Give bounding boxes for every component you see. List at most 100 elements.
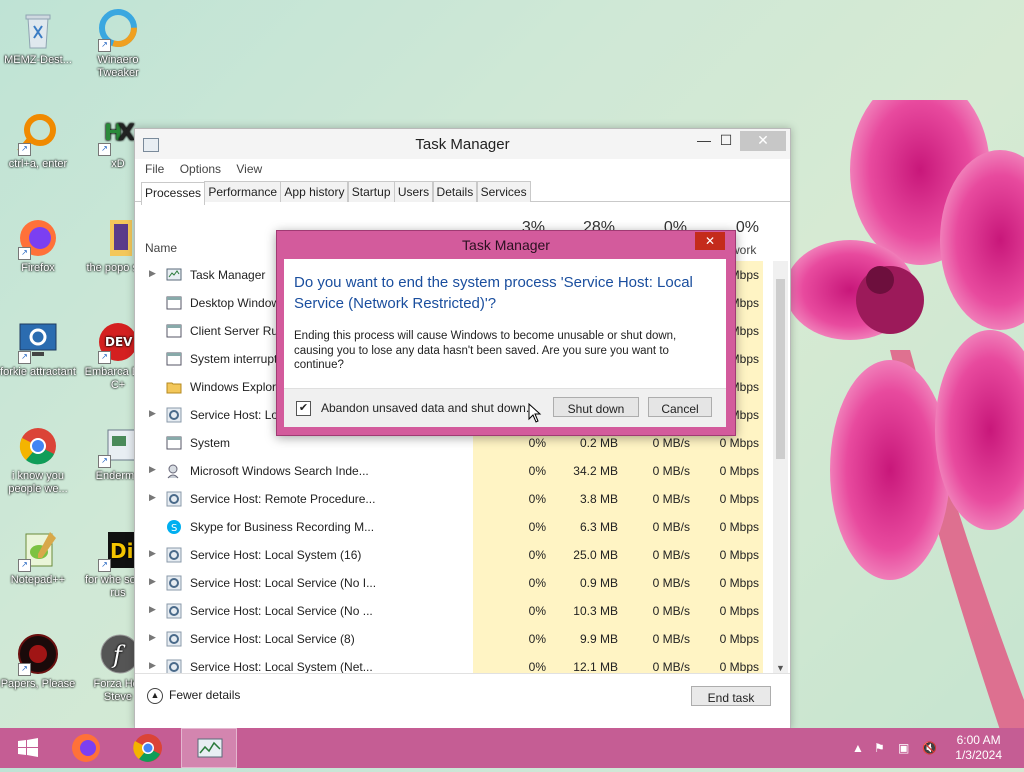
volume-muted-icon[interactable]: 🔇 bbox=[922, 728, 937, 768]
wallpaper-flower bbox=[785, 100, 1024, 730]
menu-view[interactable]: View bbox=[236, 159, 262, 179]
recycle-bin-icon bbox=[16, 8, 60, 52]
expand-chevron-icon[interactable]: ▶ bbox=[149, 604, 156, 615]
process-disk: 0 MB/s bbox=[620, 597, 694, 625]
process-row[interactable]: ▶ Microsoft Windows Search Inde... 0% 34.2 … bbox=[135, 457, 773, 485]
process-row[interactable]: ▶ Service Host: Local Service (No I... 0% 0… bbox=[135, 569, 773, 597]
start-button[interactable] bbox=[0, 728, 56, 768]
expand-chevron-icon[interactable]: ▶ bbox=[149, 268, 156, 279]
system-clock[interactable]: 6:00 AM 1/3/2024 bbox=[955, 733, 1002, 763]
process-row[interactable]: ▶ Service Host: Local Service (8) 0% 9.9 MB… bbox=[135, 625, 773, 653]
taskbar-firefox[interactable] bbox=[58, 728, 114, 768]
process-cpu: 0% bbox=[473, 625, 550, 653]
network-icon[interactable]: ▣ bbox=[898, 728, 909, 768]
process-name: System bbox=[190, 436, 231, 450]
process-disk: 0 MB/s bbox=[620, 541, 694, 569]
title-bar[interactable]: Task Manager — ☐ ✕ bbox=[135, 129, 790, 159]
tab-services[interactable]: Services bbox=[476, 181, 531, 202]
column-name[interactable]: Name bbox=[145, 241, 177, 255]
taskbar-chrome[interactable] bbox=[120, 728, 176, 768]
process-memory: 10.3 MB bbox=[548, 597, 622, 625]
vertical-scrollbar[interactable]: ▼ bbox=[773, 261, 788, 673]
window-icon bbox=[166, 295, 182, 311]
process-disk: 0 MB/s bbox=[620, 485, 694, 513]
abandon-data-checkbox[interactable]: ✔ bbox=[296, 401, 311, 416]
gear-icon bbox=[166, 631, 182, 647]
tab-app-history[interactable]: App history bbox=[280, 181, 349, 202]
menu-options[interactable]: Options bbox=[180, 159, 221, 179]
desktop-icon-memz[interactable]: MEMZ-Dest... bbox=[0, 8, 76, 67]
tab-processes[interactable]: Processes bbox=[141, 182, 206, 205]
expand-chevron-icon[interactable]: ▶ bbox=[149, 576, 156, 587]
process-row[interactable]: S Skype for Business Recording M... 0% 6.3 … bbox=[135, 513, 773, 541]
tab-startup[interactable]: Startup bbox=[347, 181, 395, 202]
process-disk: 0 MB/s bbox=[620, 457, 694, 485]
shortcut-arrow-icon: ↗ bbox=[98, 39, 111, 52]
desktop-icon-label: ctrl+a, enter bbox=[8, 158, 68, 170]
desktop-icon-chrome[interactable]: i know you people we... bbox=[0, 424, 76, 496]
taskbar-task-manager[interactable] bbox=[181, 728, 237, 768]
desktop-icon-ctrl-a[interactable]: ↗ ctrl+a, enter bbox=[0, 112, 76, 171]
process-disk: 0 MB/s bbox=[620, 569, 694, 597]
desktop-icon-notepadpp[interactable]: ↗ Notepad++ bbox=[0, 528, 76, 587]
action-center-flag-icon[interactable]: ⚑ bbox=[874, 728, 885, 768]
mouse-cursor-icon bbox=[528, 403, 542, 423]
shortcut-arrow-icon: ↗ bbox=[98, 351, 111, 364]
show-hidden-icons[interactable]: ▲ bbox=[852, 728, 864, 768]
tab-users[interactable]: Users bbox=[393, 181, 434, 202]
svg-text:Di: Di bbox=[110, 539, 133, 563]
process-row[interactable]: ▶ Service Host: Local Service (No ... 0% 10… bbox=[135, 597, 773, 625]
search-person-icon bbox=[166, 463, 182, 479]
dialog-close-icon[interactable]: ✕ bbox=[695, 232, 725, 250]
menu-file[interactable]: File bbox=[145, 159, 164, 179]
svg-text:S: S bbox=[171, 523, 177, 534]
process-disk: 0 MB/s bbox=[620, 513, 694, 541]
task-manager-icon bbox=[197, 738, 223, 758]
maximize-icon[interactable]: ☐ bbox=[712, 131, 740, 151]
process-memory: 3.8 MB bbox=[548, 485, 622, 513]
chrome-icon bbox=[16, 424, 60, 468]
scroll-down-icon[interactable]: ▼ bbox=[773, 663, 788, 673]
process-row[interactable]: ▶ Service Host: Local System (16) 0% 25.0 M… bbox=[135, 541, 773, 569]
end-task-button[interactable]: End task bbox=[691, 686, 771, 706]
expand-chevron-icon[interactable]: ▶ bbox=[149, 464, 156, 475]
process-row[interactable]: ▶ Service Host: Remote Procedure... 0% 3.8 … bbox=[135, 485, 773, 513]
desktop-icon-label: Firefox bbox=[21, 262, 55, 274]
expand-chevron-icon[interactable]: ▶ bbox=[149, 632, 156, 643]
dialog-footer: ✔ Abandon unsaved data and shut down. Sh… bbox=[284, 388, 726, 427]
expand-chevron-icon[interactable]: ▶ bbox=[149, 548, 156, 559]
expand-chevron-icon[interactable]: ▶ bbox=[149, 408, 156, 419]
process-name: Service Host: Local Service (No ... bbox=[190, 604, 373, 618]
desktop-icon-label: i know you people we... bbox=[8, 470, 68, 495]
desktop-icon-forkie[interactable]: ↗ forkie attractant bbox=[0, 320, 76, 379]
abandon-data-label[interactable]: Abandon unsaved data and shut down. bbox=[321, 401, 529, 415]
tab-performance[interactable]: Performance bbox=[204, 181, 282, 202]
fewer-details-link[interactable]: ▲ Fewer details bbox=[147, 688, 240, 704]
desktop-icon-winaero[interactable]: ↗ Winaero Tweaker bbox=[80, 8, 156, 80]
process-network: 0 Mbps bbox=[692, 597, 763, 625]
process-disk: 0 MB/s bbox=[620, 625, 694, 653]
scrollbar-thumb[interactable] bbox=[776, 279, 785, 459]
shortcut-arrow-icon: ↗ bbox=[18, 143, 31, 156]
process-network: 0 Mbps bbox=[692, 541, 763, 569]
cancel-button[interactable]: Cancel bbox=[648, 397, 712, 417]
close-icon[interactable]: ✕ bbox=[740, 131, 786, 151]
process-network: 0 Mbps bbox=[692, 569, 763, 597]
expand-chevron-icon[interactable]: ▶ bbox=[149, 660, 156, 671]
dialog-title-bar[interactable]: Task Manager ✕ bbox=[277, 231, 735, 259]
gear-icon bbox=[166, 547, 182, 563]
process-network: 0 Mbps bbox=[692, 485, 763, 513]
desktop-icon-papers-please[interactable]: ↗ Papers, Please bbox=[0, 632, 76, 691]
shortcut-arrow-icon: ↗ bbox=[18, 351, 31, 364]
expand-chevron-icon[interactable]: ▶ bbox=[149, 492, 156, 503]
desktop-icon-label: Papers, Please bbox=[0, 678, 76, 690]
desktop-icon-label: forkie attractant bbox=[0, 366, 76, 378]
shut-down-button[interactable]: Shut down bbox=[553, 397, 639, 417]
firefox-icon: ↗ bbox=[16, 216, 60, 260]
svg-text:X: X bbox=[118, 121, 135, 146]
tab-details[interactable]: Details bbox=[432, 181, 478, 202]
gear-icon bbox=[166, 491, 182, 507]
process-name: Desktop Window bbox=[190, 296, 281, 310]
notepadpp-icon: ↗ bbox=[16, 528, 60, 572]
desktop-icon-firefox[interactable]: ↗ Firefox bbox=[0, 216, 76, 275]
